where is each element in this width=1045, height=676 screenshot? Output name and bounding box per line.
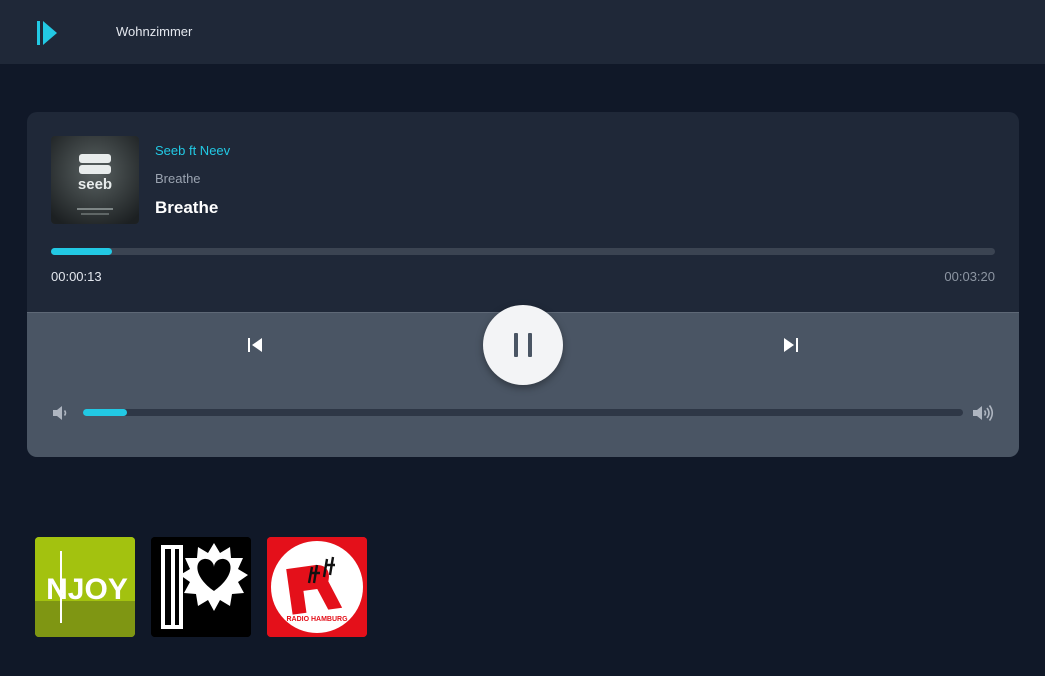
njoy-logo: NJOY (35, 537, 135, 637)
controls-panel (27, 305, 1019, 457)
station-radio-hamburg[interactable]: RADIO HAMBURG (267, 537, 367, 637)
radio-hamburg-logo: RADIO HAMBURG (267, 537, 367, 637)
album-cover: seeb (51, 136, 139, 224)
previous-button[interactable] (243, 333, 267, 357)
player-card: seeb Seeb ft Neev Breathe Breathe 00:00:… (27, 112, 1019, 457)
room-title[interactable]: Wohnzimmer (116, 24, 192, 39)
album-cover-art: seeb (51, 136, 139, 224)
play-logo-icon[interactable] (37, 19, 59, 47)
volume-slider[interactable] (83, 409, 963, 416)
pause-icon (514, 333, 518, 357)
pause-icon-bar (528, 333, 532, 357)
njoy-logo-text: NJOY (46, 573, 128, 606)
progress-fill (51, 248, 113, 255)
elapsed-time: 00:00:13 (51, 269, 102, 284)
next-button[interactable] (779, 333, 803, 357)
volume-fill (83, 409, 127, 416)
progress-bar[interactable] (51, 248, 995, 255)
station-ilike[interactable] (151, 537, 251, 637)
station-njoy[interactable]: NJOY (35, 537, 135, 637)
volume-low-icon[interactable] (51, 403, 71, 423)
ilike-logo (151, 537, 251, 637)
total-time: 00:03:20 (944, 269, 995, 284)
top-bar: Wohnzimmer (0, 0, 1045, 64)
artist-name[interactable]: Seeb ft Neev (155, 143, 230, 158)
album-name: Breathe (155, 171, 201, 186)
radio-hamburg-logo-text: RADIO HAMBURG (286, 616, 348, 623)
volume-high-icon[interactable] (971, 403, 995, 423)
cover-text: seeb (78, 176, 112, 193)
track-title: Breathe (155, 198, 219, 217)
pause-button[interactable] (483, 305, 563, 385)
